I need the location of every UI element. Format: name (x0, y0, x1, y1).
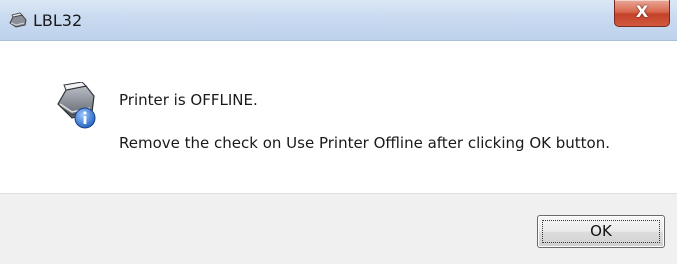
title-bar[interactable]: LBL32 X (0, 0, 677, 41)
printer-info-icon (57, 82, 96, 129)
dialog-window: LBL32 X Printer is OFFLINE. Remove the c… (0, 0, 677, 264)
close-icon: X (635, 2, 649, 21)
message-line-instruction: Remove the check on Use Printer Offline … (119, 134, 610, 152)
button-bar: OK (0, 193, 677, 264)
close-button[interactable]: X (614, 0, 670, 27)
window-title: LBL32 (33, 11, 83, 30)
ok-button[interactable]: OK (537, 215, 665, 248)
printer-app-icon (9, 12, 27, 28)
ok-button-label: OK (590, 222, 612, 240)
message-line-offline: Printer is OFFLINE. (119, 91, 258, 109)
